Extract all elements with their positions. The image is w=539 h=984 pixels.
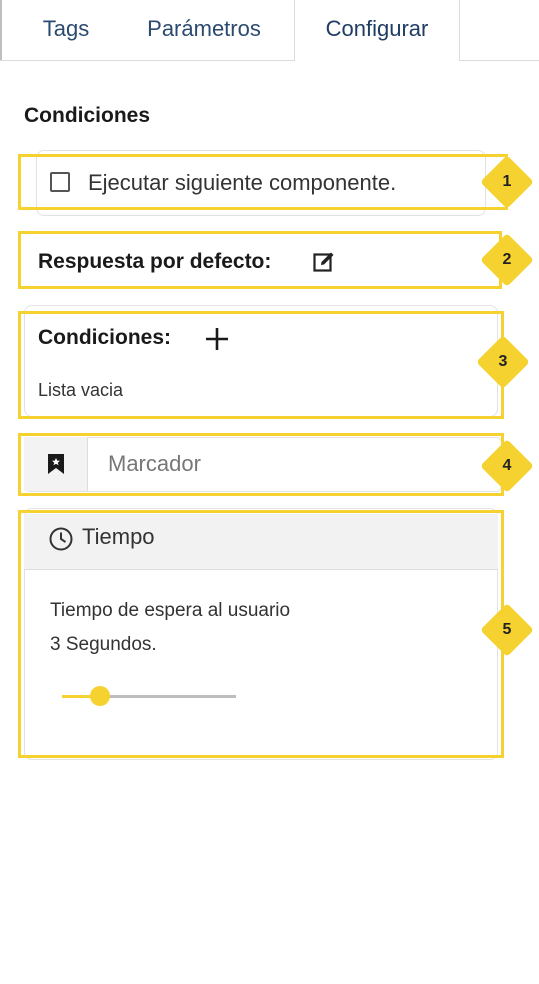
step-badge-4: 4 xyxy=(502,457,512,474)
step-badge-1: 1 xyxy=(502,173,512,190)
plus-icon[interactable] xyxy=(204,326,230,352)
step-badge-2: 2 xyxy=(502,251,512,268)
step-badge-3: 3 xyxy=(498,353,508,370)
default-response-label: Respuesta por defecto: xyxy=(38,250,272,273)
highlight-box-4 xyxy=(18,433,504,496)
tab-bar-edge xyxy=(0,0,2,60)
tab-parametros[interactable]: Parámetros xyxy=(128,0,280,60)
tab-tags[interactable]: Tags xyxy=(22,0,110,60)
section-title: Condiciones xyxy=(24,104,151,127)
execute-next-checkbox[interactable] xyxy=(50,172,70,192)
edit-icon[interactable] xyxy=(312,250,336,274)
conditions-label: Condiciones: xyxy=(38,326,172,349)
execute-next-label[interactable]: Ejecutar siguiente componente. xyxy=(88,170,396,196)
tab-bar: Tags Parámetros Configurar xyxy=(0,0,539,61)
highlight-box-5 xyxy=(18,510,504,758)
config-panel: Tags Parámetros Configurar Condiciones E… xyxy=(0,0,539,984)
conditions-empty-text: Lista vacia xyxy=(38,380,124,400)
tab-configurar[interactable]: Configurar xyxy=(294,0,460,61)
step-badge-5: 5 xyxy=(502,621,512,638)
